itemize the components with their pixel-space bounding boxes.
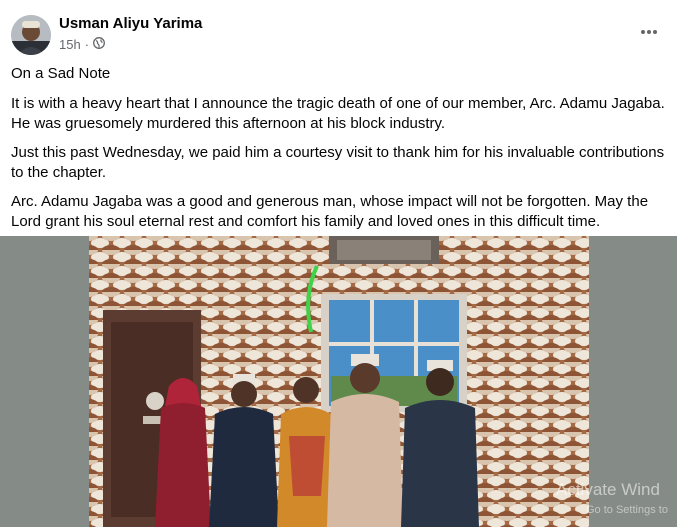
meta-separator: · bbox=[84, 37, 90, 52]
post-paragraph: Arc. Adamu Jagaba was a good and generou… bbox=[11, 193, 649, 230]
post-meta: 15h · bbox=[59, 37, 105, 52]
globe-icon bbox=[93, 37, 105, 52]
facebook-post: Usman Aliyu Yarima 15h · On a Sad Note I… bbox=[0, 0, 677, 527]
more-horizontal-icon[interactable] bbox=[637, 20, 661, 44]
post-header: Usman Aliyu Yarima 15h · bbox=[0, 0, 677, 62]
post-paragraph: It is with a heavy heart that I announce… bbox=[11, 95, 665, 132]
author-name[interactable]: Usman Aliyu Yarima bbox=[59, 15, 202, 32]
activate-windows-subtext: Go to Settings to bbox=[586, 504, 668, 516]
post-text: On a Sad Note It is with a heavy heart t… bbox=[11, 64, 667, 241]
author-avatar[interactable] bbox=[11, 15, 51, 55]
group-photo bbox=[89, 236, 589, 527]
post-paragraph: On a Sad Note bbox=[11, 65, 111, 82]
post-time[interactable]: 15h bbox=[59, 37, 81, 52]
activate-windows-text: Activate Wind bbox=[556, 480, 660, 499]
post-paragraph: Just this past Wednesday, we paid him a … bbox=[11, 144, 665, 181]
